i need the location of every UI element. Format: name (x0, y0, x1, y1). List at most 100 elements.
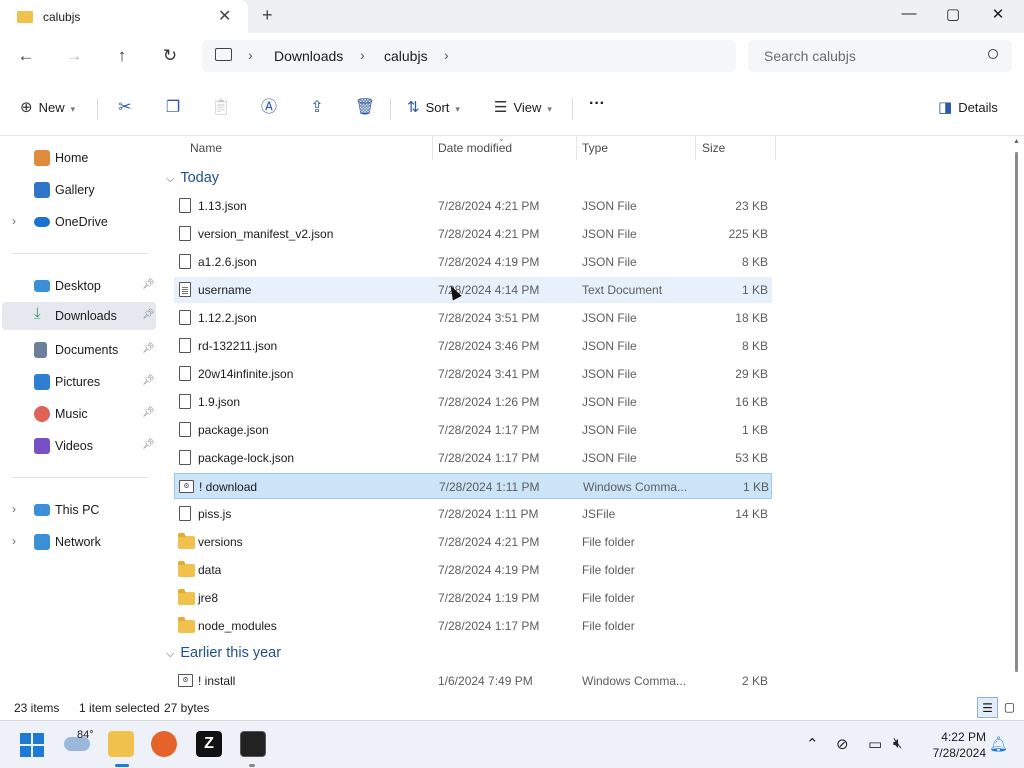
table-row[interactable]: node_modules 7/28/2024 1:17 PM File folder (174, 613, 772, 639)
column-divider[interactable] (576, 136, 577, 160)
terminal-icon[interactable] (240, 731, 266, 757)
sidebar-item-home[interactable]: Home (2, 144, 156, 172)
breadcrumb-calubjs[interactable]: calubjs (384, 48, 428, 64)
sidebar-item-gallery[interactable]: Gallery (2, 176, 156, 204)
chevron-right-icon[interactable]: › (12, 534, 16, 548)
display-icon[interactable]: ▭ (868, 735, 882, 753)
forward-button[interactable]: → (62, 45, 86, 69)
notification-bell-icon[interactable]: 🔔︎ (989, 735, 1008, 753)
column-divider[interactable] (695, 136, 696, 160)
table-row[interactable]: ⚙ ! download 7/28/2024 1:11 PM Windows Comm… (174, 473, 772, 499)
file-explorer-icon[interactable] (108, 731, 134, 757)
chevron-right-icon[interactable]: › (444, 47, 449, 63)
sidebar-item-documents[interactable]: Documents 📌︎ (2, 336, 156, 364)
pin-icon[interactable]: 📌︎ (142, 343, 155, 354)
pin-icon[interactable]: 📌︎ (142, 309, 155, 320)
cut-icon[interactable]: ✂ (113, 97, 137, 119)
pin-icon[interactable]: 📌︎ (142, 279, 155, 290)
file-icon (179, 450, 191, 465)
search-icon[interactable] (988, 49, 998, 59)
group-header-earlier[interactable]: ⌵ Earlier this year (166, 645, 281, 661)
scrollbar-thumb[interactable] (1015, 152, 1018, 672)
divider (12, 477, 148, 478)
back-button[interactable]: ← (14, 45, 38, 69)
view-button[interactable]: ☰ View ▾ (494, 98, 552, 120)
delete-icon[interactable]: 🗑︎ (353, 97, 377, 119)
sidebar-item-onedrive[interactable]: › OneDrive (2, 208, 156, 236)
vertical-scrollbar[interactable]: ▲ (1010, 136, 1024, 697)
show-hidden-icons-icon[interactable]: ⌃ (806, 735, 819, 753)
close-tab-icon[interactable]: ✕ (218, 6, 231, 26)
copy-icon[interactable]: ❐ (161, 97, 185, 119)
chevron-right-icon[interactable]: › (360, 47, 365, 63)
maximize-button[interactable]: ▢ (933, 5, 973, 27)
column-divider[interactable] (775, 136, 776, 160)
sidebar-item-music[interactable]: Music 📌︎ (2, 400, 156, 428)
details-button[interactable]: ◨ Details (938, 98, 998, 120)
sidebar-item-videos[interactable]: Videos 📌︎ (2, 432, 156, 460)
more-options-button[interactable]: ··· (589, 94, 605, 116)
large-icons-view-button[interactable]: ▢ (999, 697, 1020, 718)
clock[interactable]: 4:22 PM 7/28/2024 (916, 729, 986, 761)
table-row[interactable]: 1.13.json 7/28/2024 4:21 PM JSON File 23 KB (174, 193, 772, 219)
sidebar-item-this-pc[interactable]: › This PC (2, 496, 156, 524)
new-button[interactable]: ⊕ New ▾ (20, 98, 75, 120)
explorer-tab[interactable]: calubjs ✕ (0, 0, 248, 33)
table-row[interactable]: rd-132211.json 7/28/2024 3:46 PM JSON File… (174, 333, 772, 359)
breadcrumb-downloads[interactable]: Downloads (274, 48, 343, 64)
weather-temperature[interactable]: 84° (77, 729, 94, 741)
sidebar-item-downloads[interactable]: ⤓ Downloads 📌︎ (2, 302, 156, 330)
address-bar[interactable]: › Downloads › calubjs › (202, 40, 736, 72)
sidebar-item-pictures[interactable]: Pictures 📌︎ (2, 368, 156, 396)
scroll-up-icon[interactable]: ▲ (1013, 138, 1020, 145)
rename-icon[interactable]: Ⓐ (257, 97, 281, 119)
column-divider[interactable] (432, 136, 433, 160)
cell-date: 7/28/2024 1:17 PM (438, 619, 540, 633)
details-view-button[interactable]: ☰ (977, 697, 998, 718)
column-header-name[interactable]: Name (190, 141, 222, 155)
table-row[interactable]: jre8 7/28/2024 1:19 PM File folder (174, 585, 772, 611)
table-row[interactable]: username 7/28/2024 4:14 PM Text Document 1 … (174, 277, 772, 303)
cell-size: 53 KB (735, 451, 768, 465)
table-row[interactable]: a1.2.6.json 7/28/2024 4:19 PM JSON File 8 K… (174, 249, 772, 275)
network-disconnected-icon[interactable]: ⊘ (836, 735, 849, 753)
close-window-button[interactable]: ✕ (978, 5, 1018, 27)
up-button[interactable]: ↑ (110, 45, 134, 69)
table-row[interactable]: piss.js 7/28/2024 1:11 PM JSFile 14 KB (174, 501, 772, 527)
sidebar-item-desktop[interactable]: Desktop 📌︎ (2, 272, 156, 300)
cell-type: JSON File (582, 255, 637, 269)
chevron-right-icon[interactable]: › (12, 214, 16, 228)
table-row[interactable]: ⚙ ! install 1/6/2024 7:49 PM Windows Comma.… (174, 668, 772, 694)
new-tab-button[interactable]: + (262, 5, 273, 26)
volume-muted-icon[interactable]: 🔇︎ (893, 735, 902, 752)
sort-button[interactable]: ⇅ Sort ▾ (407, 98, 460, 120)
column-header-date[interactable]: Date modified (438, 141, 512, 155)
group-header-today[interactable]: ⌵ Today (166, 170, 219, 186)
paste-icon[interactable]: 📋︎ (209, 97, 233, 119)
sidebar-item-network[interactable]: › Network (2, 528, 156, 556)
table-row[interactable]: 1.9.json 7/28/2024 1:26 PM JSON File 16 KB (174, 389, 772, 415)
share-icon[interactable]: ⇪ (305, 97, 329, 119)
column-header-type[interactable]: Type (582, 141, 608, 155)
chevron-right-icon[interactable]: › (248, 47, 253, 63)
table-row[interactable]: package.json 7/28/2024 1:17 PM JSON File 1 … (174, 417, 772, 443)
firefox-icon[interactable] (151, 731, 177, 757)
search-input[interactable] (762, 47, 986, 65)
chevron-right-icon[interactable]: › (12, 502, 16, 516)
computer-icon[interactable] (215, 48, 232, 61)
column-header-size[interactable]: Size (702, 141, 725, 155)
pin-icon[interactable]: 📌︎ (142, 407, 155, 418)
table-row[interactable]: package-lock.json 7/28/2024 1:17 PM JSON F… (174, 445, 772, 471)
minimize-button[interactable]: — (889, 5, 929, 27)
table-row[interactable]: versions 7/28/2024 4:21 PM File folder (174, 529, 772, 555)
refresh-button[interactable]: ↻ (158, 45, 182, 69)
pin-icon[interactable]: 📌︎ (142, 375, 155, 386)
start-windows-icon[interactable] (20, 733, 44, 757)
pin-icon[interactable]: 📌︎ (142, 439, 155, 450)
table-row[interactable]: version_manifest_v2.json 7/28/2024 4:21 P… (174, 221, 772, 247)
table-row[interactable]: data 7/28/2024 4:19 PM File folder (174, 557, 772, 583)
table-row[interactable]: 1.12.2.json 7/28/2024 3:51 PM JSON File 18 … (174, 305, 772, 331)
table-row[interactable]: 20w14infinite.json 7/28/2024 3:41 PM JSON … (174, 361, 772, 387)
zed-editor-icon[interactable]: Z (196, 731, 222, 757)
search-box[interactable] (748, 40, 1012, 72)
